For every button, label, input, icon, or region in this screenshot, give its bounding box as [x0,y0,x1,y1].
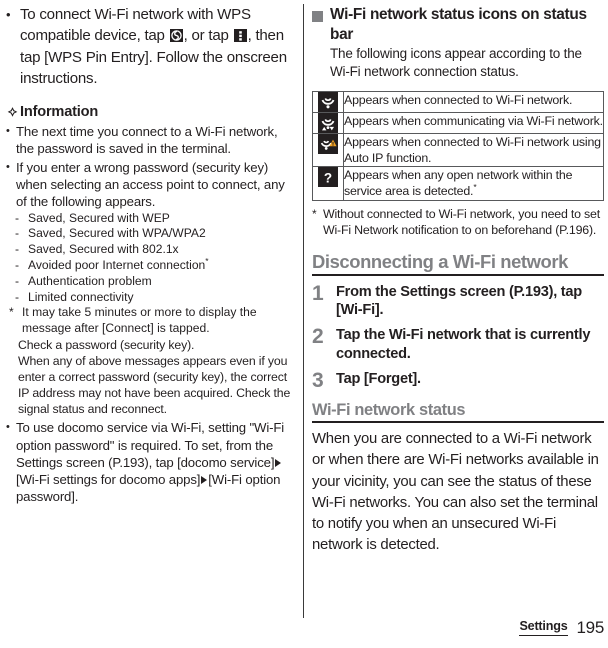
left-column: • To connect Wi-Fi network with WPS comp… [6,0,298,506]
status-section-body: When you are connected to a Wi-Fi networ… [312,431,599,554]
column-divider [303,4,304,618]
docomo-part2: [Wi-Fi settings for docomo apps] [16,472,201,488]
table-row: Appears when connected to Wi-Fi network … [312,132,604,168]
dash-item-4-label: Avoided poor Internet connection [28,258,206,273]
docomo-service-bullet-text: To use docomo service via Wi-Fi, setting… [16,419,298,505]
plain-paragraph-2: When any of above messages appears even … [18,354,291,417]
description-cell: Appears when communicating via Wi-Fi net… [343,111,604,134]
dash-marker: - [15,258,20,273]
manual-page: • To connect Wi-Fi network with WPS comp… [0,0,608,648]
footnote-marker: * [9,305,14,320]
step-3: 3 Tap [Forget]. [312,370,604,391]
description-cell: Appears when any open network within the… [343,166,604,201]
description-text: Appears when any open network within the… [344,168,573,199]
footnote-ref: * [205,256,209,266]
lead-bullet-item: • To connect Wi-Fi network with WPS comp… [6,4,298,90]
dash-item-3: - Saved, Secured with 802.1x [6,242,298,258]
arrow-right-icon [201,476,208,485]
wps-circular-arrow-icon [169,29,183,43]
step-2: 2 Tap the Wi-Fi network that is currentl… [312,326,604,363]
square-bullet-icon [312,11,323,22]
status-section-heading: Wi-Fi network status [312,400,604,424]
left-footnote: * It may take 5 minutes or more to displ… [6,305,298,337]
icon-cell [312,90,344,113]
dash-marker: - [15,210,20,225]
wifi-open-network-question-icon: ? [318,167,338,188]
dash-item-4-text: Avoided poor Internet connection* [28,256,298,274]
dash-item-6: - Limited connectivity [6,290,298,306]
page-footer: Settings 195 [519,619,604,636]
step-3-text: Tap [Forget]. [336,371,421,388]
right-footnote: * Without connected to Wi-Fi network, yo… [312,206,604,239]
dash-marker: - [15,242,20,257]
dash-item-5-text: Authentication problem [28,273,152,288]
footer-section-label: Settings [519,619,568,636]
table-row: Appears when communicating via Wi-Fi net… [312,111,604,134]
right-footnote-text: Without connected to Wi-Fi network, you … [323,206,600,238]
wifi-connected-icon [318,91,338,112]
icon-cell [312,111,344,134]
icon-cell: ? [312,166,344,201]
footnote-marker: * [312,206,317,221]
arrow-right-icon [275,458,282,467]
plain-paragraph-1: Check a password (security key). [18,338,195,353]
dash-item-1: - Saved, Secured with WEP [6,211,298,227]
step-1-number: 1 [312,281,324,305]
dash-item-1-text: Saved, Secured with WEP [28,210,170,225]
bullet-marker: • [6,124,10,137]
step-1: 1 From the Settings screen (P.193), tap … [312,283,604,320]
svg-text:?: ? [324,171,332,186]
diamond-bullet-icon [6,106,19,119]
dash-item-6-text: Limited connectivity [28,289,134,304]
bullet-marker: • [6,161,10,174]
overflow-menu-dots-icon [233,29,247,43]
right-column: Wi-Fi network status icons on status bar… [312,0,604,556]
step-3-number: 3 [312,369,324,393]
info-bullet-2: • If you enter a wrong password (securit… [6,159,298,211]
table-row: ? Appears when any open network within t… [312,166,604,201]
footer-page-number: 195 [576,618,605,637]
dash-item-2: - Saved, Secured with WPA/WPA2 [6,226,298,242]
docomo-part1: To use docomo service via Wi-Fi, setting… [16,420,285,470]
lead-bullet-text: To connect Wi-Fi network with WPS compat… [20,4,298,90]
table-row: Appears when connected to Wi-Fi network. [312,90,604,113]
left-footnote-text: It may take 5 minutes or more to display… [22,305,257,336]
lead-text-part2: , or tap [183,27,233,45]
step-2-number: 2 [312,325,324,349]
info-bullet-1: • The next time you connect to a Wi-Fi n… [6,123,298,157]
dash-marker: - [15,226,20,241]
status-icons-intro: The following icons appear according to … [330,46,582,80]
dash-item-3-text: Saved, Secured with 802.1x [28,242,179,257]
disconnecting-section-heading: Disconnecting a Wi-Fi network [312,251,604,276]
status-icons-heading-label: Wi-Fi network status icons on status bar [330,6,587,43]
bullet-marker: • [6,421,10,434]
dash-item-5: - Authentication problem [6,274,298,290]
info-bullet-1-text: The next time you connect to a Wi-Fi net… [16,123,278,156]
status-icons-table: Appears when connected to Wi-Fi network. [312,90,604,201]
docomo-service-bullet: • To use docomo service via Wi-Fi, setti… [6,419,298,505]
step-1-text: From the Settings screen (P.193), tap [W… [336,283,582,318]
icon-cell [312,132,344,168]
wifi-auto-ip-warning-icon [318,133,338,154]
dash-item-2-text: Saved, Secured with WPA/WPA2 [28,226,206,241]
dash-item-4: - Avoided poor Internet connection* [6,256,298,274]
wifi-communicating-icon [318,112,338,133]
bullet-marker: • [6,7,11,22]
information-heading: Information [6,103,298,121]
dash-marker: - [15,289,20,304]
footnote-ref: * [473,182,477,193]
status-icons-heading: Wi-Fi network status icons on status bar [312,5,604,44]
step-2-text: Tap the Wi-Fi network that is currently … [336,327,591,362]
description-cell: Appears when connected to Wi-Fi network … [343,132,604,168]
dash-marker: - [15,273,20,288]
information-heading-label: Information [20,103,99,120]
description-cell: Appears when connected to Wi-Fi network. [343,90,604,113]
info-bullet-2-text: If you enter a wrong password (security … [16,160,285,210]
